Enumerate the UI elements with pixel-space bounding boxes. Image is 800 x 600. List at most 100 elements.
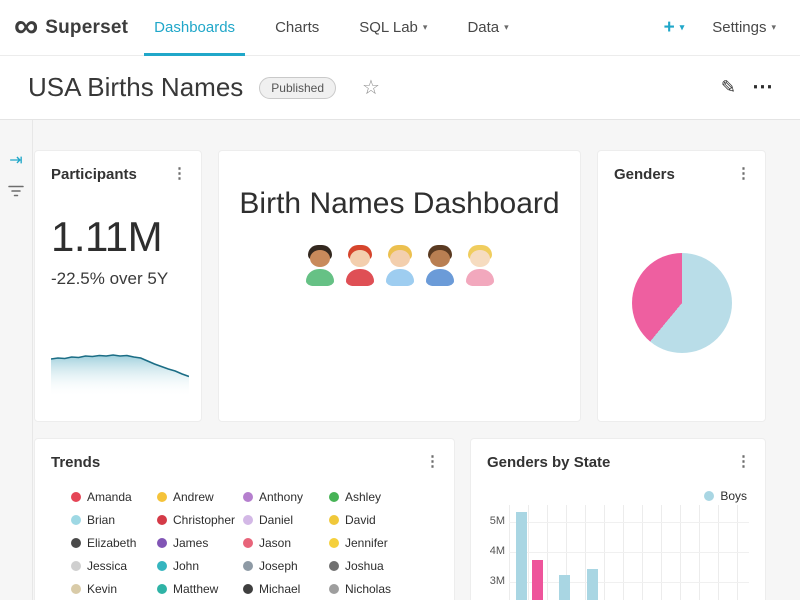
settings-label: Settings — [712, 19, 766, 36]
genders-by-state-bar-chart — [509, 505, 749, 600]
legend-dot — [71, 492, 81, 502]
legend-label: Ashley — [345, 490, 381, 504]
legend-dot — [329, 584, 339, 594]
legend-dot — [157, 538, 167, 548]
legend-label: Nicholas — [345, 582, 391, 596]
legend-item-andrew[interactable]: Andrew — [157, 490, 243, 504]
nav-charts[interactable]: Charts — [271, 0, 323, 56]
legend-dot — [243, 492, 253, 502]
bar-boys[interactable] — [516, 512, 527, 600]
legend-label: Joseph — [259, 559, 298, 573]
legend-dot — [157, 492, 167, 502]
genders-card: Genders ⋮ — [597, 150, 766, 422]
legend-label: Brian — [87, 513, 115, 527]
kebab-menu-icon[interactable]: ⋮ — [736, 166, 751, 181]
top-navbar: ∞ Superset Dashboards Charts SQL Lab▾ Da… — [0, 0, 800, 56]
bar-boys[interactable] — [587, 569, 598, 600]
legend-item-christopher[interactable]: Christopher — [157, 513, 243, 527]
caret-down-icon: ▾ — [680, 22, 685, 33]
legend-label: Jason — [259, 536, 291, 550]
legend-item-michael[interactable]: Michael — [243, 582, 329, 596]
figure-face — [470, 250, 490, 267]
legend-label: Jessica — [87, 559, 127, 573]
legend-dot — [243, 515, 253, 525]
status-badge[interactable]: Published — [259, 77, 336, 99]
filter-icon[interactable] — [8, 184, 24, 198]
legend-label[interactable]: Boys — [720, 489, 747, 503]
legend-item-nicholas[interactable]: Nicholas — [329, 582, 415, 596]
new-item-button[interactable]: +▾ — [664, 17, 685, 39]
figure-face — [390, 250, 410, 267]
child-emoji-figure — [384, 245, 416, 286]
kebab-menu-icon[interactable]: ⋮ — [425, 454, 440, 469]
settings-menu[interactable]: Settings▾ — [712, 19, 776, 36]
legend-item-jennifer[interactable]: Jennifer — [329, 536, 415, 550]
more-options-icon[interactable]: ⋯ — [752, 81, 774, 94]
page-title: USA Births Names — [28, 72, 243, 103]
figure-body — [346, 269, 374, 286]
legend-item-daniel[interactable]: Daniel — [243, 513, 329, 527]
trends-card: Trends ⋮ AmandaAndrewAnthony Ashley Brian C… — [34, 438, 455, 600]
header-actions: ✎ ⋯ — [721, 77, 800, 98]
legend-label: Kevin — [87, 582, 117, 596]
y-axis-labels: 5M4M3M — [479, 505, 505, 600]
kebab-menu-icon[interactable]: ⋮ — [172, 166, 187, 181]
nav-sql-lab[interactable]: SQL Lab▾ — [355, 0, 431, 56]
figure-face — [430, 250, 450, 267]
legend-dot — [157, 515, 167, 525]
nav-data[interactable]: Data▾ — [463, 0, 512, 56]
legend-item-john[interactable]: John — [157, 559, 243, 573]
legend-dot — [157, 561, 167, 571]
y-axis-tick: 5M — [479, 515, 505, 527]
legend-item-kevin[interactable]: Kevin — [71, 582, 157, 596]
legend-item-ashley[interactable]: Ashley — [329, 490, 415, 504]
main-nav: Dashboards Charts SQL Lab▾ Data▾ — [150, 0, 512, 56]
figure-face — [350, 250, 370, 267]
child-emoji-figure — [304, 245, 336, 286]
child-emoji-figure — [464, 245, 496, 286]
legend-item-joshua[interactable]: Joshua — [329, 559, 415, 573]
dashboard-headline: Birth Names Dashboard — [219, 187, 580, 221]
superset-logo[interactable]: ∞ Superset — [0, 13, 150, 43]
legend-item-anthony[interactable]: Anthony — [243, 490, 329, 504]
figure-face — [310, 250, 330, 267]
kebab-menu-icon[interactable]: ⋮ — [736, 454, 751, 469]
bar-boys[interactable] — [559, 575, 570, 600]
bar-girls[interactable] — [532, 560, 543, 600]
legend-item-james[interactable]: James — [157, 536, 243, 550]
legend-dot — [71, 538, 81, 548]
legend-item-brian[interactable]: Brian — [71, 513, 157, 527]
participants-card: Participants ⋮ 1.11M -22.5% over 5Y — [34, 150, 202, 422]
legend-item-jason[interactable]: Jason — [243, 536, 329, 550]
legend-item-david[interactable]: David — [329, 513, 415, 527]
edit-pencil-icon[interactable]: ✎ — [721, 77, 736, 98]
legend-label: James — [173, 536, 208, 550]
legend-item-joseph[interactable]: Joseph — [243, 559, 329, 573]
sparkline-area-chart — [51, 341, 189, 397]
legend-dot — [329, 561, 339, 571]
genders-pie-chart[interactable] — [632, 253, 732, 353]
legend-label: Jennifer — [345, 536, 388, 550]
dashboard-content: ⇥ Participants ⋮ 1.11M -22.5% over 5Y — [0, 120, 800, 600]
superset-app: ∞ Superset Dashboards Charts SQL Lab▾ Da… — [0, 0, 800, 600]
card-title: Genders — [614, 166, 675, 183]
card-title: Trends — [51, 454, 100, 471]
favorite-star-icon[interactable]: ☆ — [362, 75, 380, 100]
gridline — [509, 522, 749, 523]
legend-item-matthew[interactable]: Matthew — [157, 582, 243, 596]
legend-dot — [329, 515, 339, 525]
legend-label: Daniel — [259, 513, 293, 527]
nav-dashboards[interactable]: Dashboards — [150, 0, 239, 56]
legend-item-elizabeth[interactable]: Elizabeth — [71, 536, 157, 550]
nav-sql-lab-label: SQL Lab — [359, 19, 418, 36]
children-emoji-row — [219, 245, 580, 286]
expand-filter-bar-icon[interactable]: ⇥ — [9, 150, 22, 170]
legend-dot — [704, 491, 714, 501]
figure-body — [466, 269, 494, 286]
legend-dot — [243, 561, 253, 571]
legend-item-amanda[interactable]: Amanda — [71, 490, 157, 504]
trend-label: -22.5% over 5Y — [35, 261, 201, 289]
filter-rail: ⇥ — [0, 120, 33, 600]
legend-item-jessica[interactable]: Jessica — [71, 559, 157, 573]
legend-dot — [157, 584, 167, 594]
